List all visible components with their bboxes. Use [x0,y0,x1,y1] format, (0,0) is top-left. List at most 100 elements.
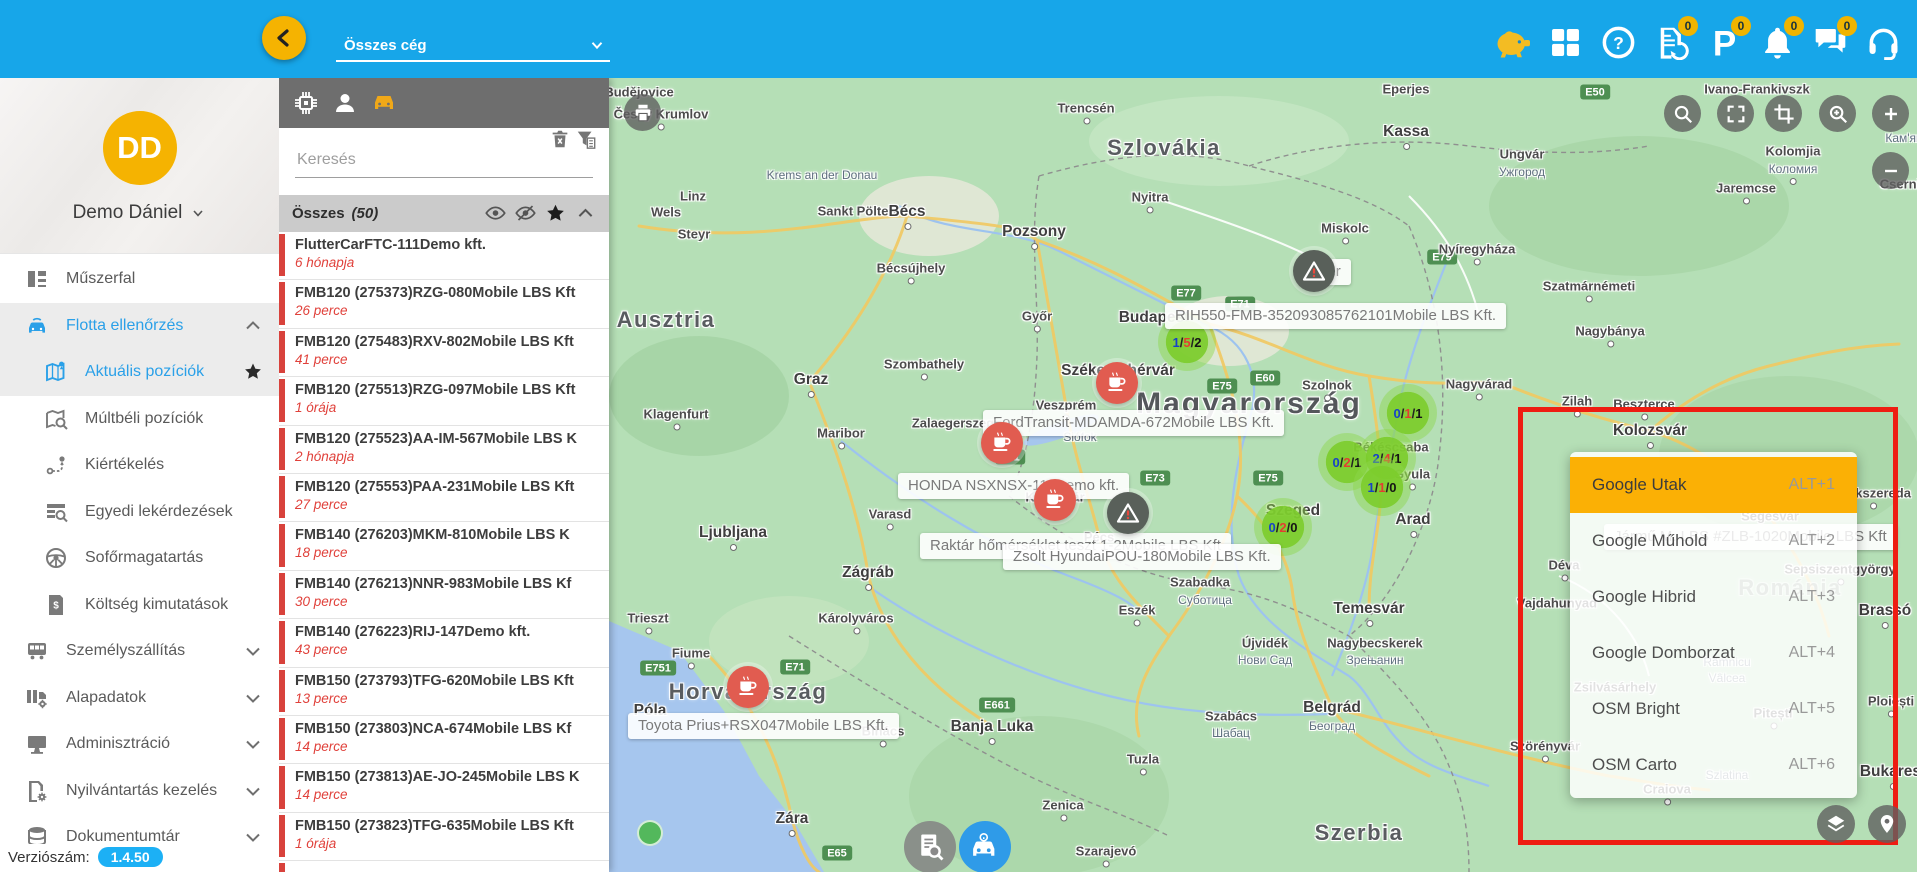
vehicle-list-item[interactable]: FMB140 (276203)MKM-810Mobile LBS K18 per… [279,522,609,570]
map-place-label: Kassa [1383,123,1429,141]
hide-all-icon[interactable] [515,203,536,224]
sidebar-item-egyedi-lek-rdez-sek[interactable]: Egyedi lekérdezések [0,489,279,536]
vehicle-list-item[interactable]: FMB120 (275483)RXV-802Mobile LBS Kft41 p… [279,329,609,377]
vehicle-alert-marker[interactable] [1293,250,1335,292]
zoom-to-selection-button[interactable] [1819,95,1856,132]
favorite-star-icon[interactable] [243,362,263,382]
chevron-down-icon[interactable] [243,781,263,801]
sidebar-item-aktu-lis-poz-ci-k[interactable]: Aktuális pozíciók [0,349,279,396]
layer-option-osm-carto[interactable]: OSM CartoALT+6 [1570,737,1857,793]
layer-option-google-m-hold[interactable]: Google MűholdALT+2 [1570,513,1857,569]
messages-icon[interactable]: 0 [1813,25,1848,60]
layer-option-osm-bright[interactable]: OSM BrightALT+5 [1570,681,1857,737]
poi-button[interactable] [1868,805,1906,843]
sidebar-item-nyilv-ntart-s-kezel-s[interactable]: Nyilvántartás kezelés [0,768,279,815]
chevron-down-icon[interactable] [243,734,263,754]
support-headset-icon[interactable] [1866,25,1901,60]
sidebar-item-adminisztr-ci-[interactable]: Adminisztráció [0,721,279,768]
company-select[interactable]: Összes cég [336,30,610,62]
print-map-button[interactable] [624,94,661,131]
vehicles-tab[interactable] [371,90,397,116]
map-canvas[interactable]: SzlovákiaAusztriaMagyarországHorvátorszá… [609,76,1917,872]
vehicle-list-item[interactable]: FMB120 (275523)AA-IM-567Mobile LBS K2 hó… [279,426,609,474]
vehicle-list-item[interactable]: FMB140 (276213)NNR-983Mobile LBS Kf30 pe… [279,571,609,619]
vehicle-stop-marker[interactable] [727,666,769,708]
report-sync-icon[interactable]: 0 [1654,25,1689,60]
vehicle-list-item[interactable]: FMB150 (273803)NCA-674Mobile LBS Kf14 pe… [279,716,609,764]
map-place-label: Ivano-Frankivszk [1704,82,1810,97]
layers-button[interactable] [1817,805,1855,843]
piggy-bank-icon[interactable] [1495,25,1530,60]
notifications-icon[interactable]: 0 [1760,25,1795,60]
sidebar-item-m-szerfal[interactable]: Műszerfal [0,256,279,303]
parking-icon[interactable]: P0 [1707,25,1742,60]
vehicle-list-item[interactable]: FMB150 (273823)TFG-635Mobile LBS Kft1 ór… [279,813,609,861]
vehicle-alert-marker[interactable] [1107,492,1149,534]
devices-tab[interactable] [293,90,319,116]
collapse-sidebar-button[interactable] [262,16,306,60]
map-place-label: Arad [1395,511,1430,529]
map-place-label: Ploiești [1868,694,1914,709]
zoom-out-button[interactable] [1872,152,1909,189]
vehicle-cluster-marker[interactable]: 1/1/0 [1353,458,1411,516]
map-place-label: Szombathely [884,357,964,372]
layer-option-google-domborzat[interactable]: Google DomborzatALT+4 [1570,625,1857,681]
chevron-down-icon[interactable] [243,827,263,847]
vehicle-name: FMB120 (275523)AA-IM-567Mobile LBS K [295,431,603,447]
notification-badge: 0 [1731,16,1751,36]
chevron-down-icon[interactable] [243,641,263,661]
user-name: Demo Dániel [73,202,183,224]
vehicle-map-tooltip: RIH550-FMB-352093085762101Mobile LBS Kft… [1165,303,1506,329]
vehicle-list-item[interactable]: FMB150 (273813)AE-JO-245Mobile LBS K14 p… [279,764,609,812]
sidebar-item-label: Aktuális pozíciók [85,363,204,381]
map-place-label: Ungvár [1500,147,1545,162]
filter-list-icon[interactable] [575,128,597,150]
chevron-down-icon[interactable] [243,688,263,708]
sidebar-item-sof-rmagatart-s[interactable]: Sofőrmagatartás [0,535,279,582]
vehicle-list-item[interactable]: FMB120 (275513)RZG-097Mobile LBS Kft1 ór… [279,377,609,425]
road-number-badge: E73 [1140,471,1170,486]
vehicle-list-item-partial[interactable] [279,861,609,872]
report-lookup-button[interactable] [904,821,956,872]
user-menu[interactable]: Demo Dániel [73,202,207,224]
layer-option-label: Google Hibrid [1592,587,1696,607]
country-borders [789,142,1649,872]
help-icon[interactable]: ? [1601,25,1636,60]
vehicle-stop-marker[interactable] [981,422,1023,464]
map-place-label: Szolnok [1302,378,1352,393]
layer-option-google-hibrid[interactable]: Google Hibrid ALT+3 [1570,569,1857,625]
clear-filter-icon[interactable] [549,128,571,150]
vehicle-list-item[interactable]: FMB150 (273793)TFG-620Mobile LBS Kft13 p… [279,668,609,716]
show-all-icon[interactable] [485,203,506,224]
sidebar-item-m-ltb-li-poz-ci-k[interactable]: Múltbéli pozíciók [0,396,279,443]
sidebar-item-alapadatok[interactable]: Alapadatok [0,675,279,722]
vehicle-info-button[interactable] [959,821,1011,872]
vehicle-list-item[interactable]: FMB140 (276223)RIJ-147Demo kft.43 perce [279,619,609,667]
favorites-star-icon[interactable] [545,203,566,224]
vehicle-stop-marker[interactable] [1096,362,1138,404]
avatar: DD [103,111,177,185]
layer-option-shortcut: ALT+3 [1789,588,1835,606]
vehicle-name: FMB120 (275513)RZG-097Mobile LBS Kft [295,382,603,398]
zoom-in-button[interactable] [1872,95,1909,132]
vehicle-name: FMB150 (273823)TFG-635Mobile LBS Kft [295,818,603,834]
chevron-up-icon[interactable] [243,316,263,336]
fullscreen-button[interactable] [1717,95,1754,132]
sidebar-item-flotta-ellen-rz-s[interactable]: Flotta ellenőrzés [0,303,279,350]
map-search-button[interactable] [1664,95,1701,132]
map-place-label: Kolomjia [1766,144,1821,159]
vehicle-list-item[interactable]: FlutterCarFTC-111Demo kft.6 hónapja [279,232,609,280]
apps-grid-icon[interactable] [1548,25,1583,60]
layer-option-google-utak[interactable]: Google UtakALT+1 [1570,457,1857,513]
sidebar-item-szem-lysz-ll-t-s[interactable]: Személyszállítás [0,628,279,675]
vehicle-list-item[interactable]: FMB120 (275373)RZG-080Mobile LBS Kft26 p… [279,280,609,328]
vehicle-list-item[interactable]: FMB120 (275553)PAA-231Mobile LBS Kft27 p… [279,474,609,522]
drivers-tab[interactable] [332,90,358,116]
road-number-badge: E50 [1580,85,1610,100]
sidebar-item-k-lts-g-kimutat-sok[interactable]: $Költség kimutatások [0,582,279,629]
area-select-button[interactable] [1765,95,1802,132]
vehicle-group-header[interactable]: Összes (50) [279,195,609,232]
sidebar-item-ki-rt-kel-s[interactable]: Kiértékelés [0,442,279,489]
collapse-group-icon[interactable] [575,203,596,224]
vehicle-stop-marker[interactable] [1034,479,1076,521]
